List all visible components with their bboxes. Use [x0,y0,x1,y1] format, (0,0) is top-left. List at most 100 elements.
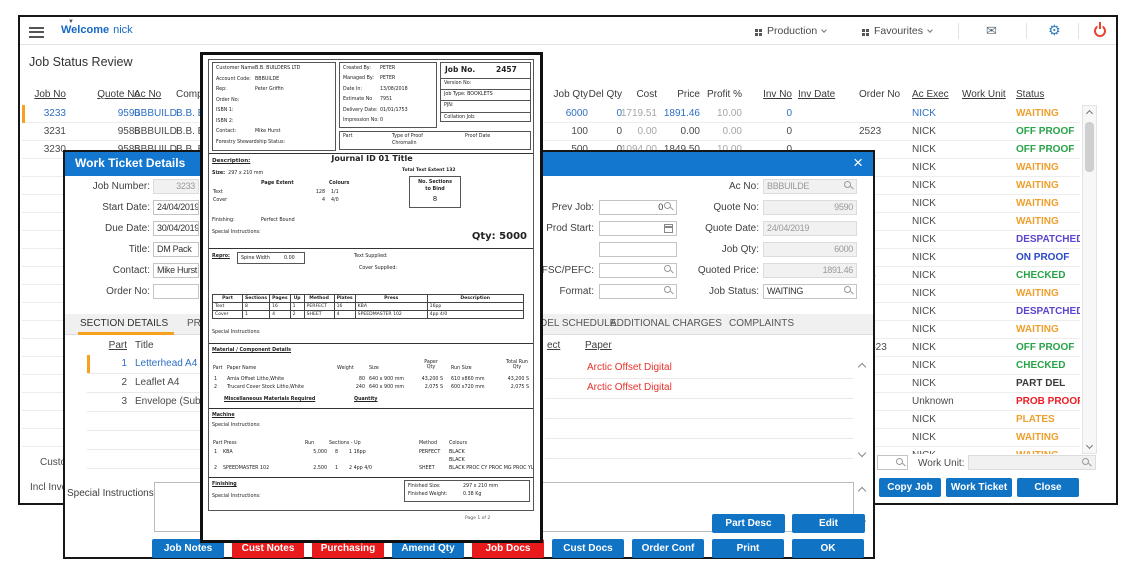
column-header-job_no[interactable]: Job No [29,89,66,100]
column-header-work_unit[interactable]: Work Unit [962,89,1014,100]
clipped-column-header: ect [547,340,560,351]
paper-row[interactable]: Arctic Offset Digital [587,382,672,393]
edit-button[interactable]: Edit [792,514,865,533]
ac-no-input[interactable]: BBBUILDE [763,179,857,194]
work-ticket-preview-window: Customer Name:B.B. BUILDERS LTDAccount C… [200,52,543,543]
cust-docs-button[interactable]: Cust Docs [552,539,624,558]
tab-additional-charges[interactable]: ADDITIONAL CHARGES [610,318,722,329]
column-header-inv_no[interactable]: Inv No [759,89,792,100]
paper-column-header[interactable]: Paper [585,340,612,351]
paper-row[interactable]: Arctic Offset Digital [587,362,672,373]
job-box-row: Job Type: BOOKLETS [441,89,530,100]
part-number[interactable]: 1 [105,358,127,369]
cell-cost: 1719.51 [610,105,657,123]
doc-label: Contact: [216,129,236,135]
scroll-thumb[interactable] [1085,122,1094,172]
column-header-quote_no[interactable]: Quote No [90,89,140,100]
parts-table-cell: 4 [270,311,290,319]
part-number[interactable]: 2 [105,377,127,388]
cell-ac_exec: NICK [912,123,958,141]
column-header-order_no[interactable]: Order No [859,89,907,100]
scroll-up-icon[interactable] [1086,110,1093,117]
cell-ac_exec: NICK [912,141,958,159]
active-tab-underline [78,332,174,335]
doc-label: Collation Job: [444,115,476,121]
column-header-ac_no[interactable]: Ac No [134,89,178,100]
cell-ac_exec: NICK [912,249,958,267]
favourites-menu[interactable]: Favourites [862,25,932,37]
part-title[interactable]: Leaflet A4 [135,377,179,388]
tab-section-details[interactable]: SECTION DETAILS [80,318,168,329]
cell-status: WAITING [1016,213,1080,231]
parts-table-header: Press [355,295,427,303]
gear-icon[interactable]: ⚙ [1048,22,1061,38]
part-title[interactable]: Envelope (Sub) [135,396,204,407]
ok-button[interactable]: OK [792,539,864,558]
part-desc-button[interactable]: Part Desc [712,514,785,533]
column-header-profit[interactable]: Profit % [694,89,742,100]
machine-cell: 2 [214,466,217,472]
cell-ac_exec: NICK [912,285,958,303]
quote-no-input[interactable]: 9590 [763,200,857,215]
print-button[interactable]: Print [712,539,784,558]
job-number-input[interactable]: 3233 [153,179,199,194]
tab-del-schedule[interactable]: DEL SCHEDULE [540,318,616,329]
start-date-input[interactable]: 24/04/2019 [153,200,199,215]
quoted-price-input[interactable]: 1891.46 [763,263,857,278]
column-header-ac_exec[interactable]: Ac Exec [912,89,958,100]
parts-table-cell: SHEET [304,311,334,319]
column-header-status[interactable]: Status [1016,89,1096,100]
due-date-input[interactable]: 30/04/2019 [153,221,199,236]
table-scrollbar[interactable] [1082,105,1097,454]
quick-search-input[interactable] [877,455,908,470]
table-row[interactable]: 32319586BBBUILDEB.B. B10000.000.000.0002… [22,123,1080,141]
close-icon[interactable]: × [853,153,863,173]
mail-icon[interactable]: ✉ [986,23,997,39]
job-status-input[interactable]: WAITING [763,284,857,299]
part-number[interactable]: 3 [105,396,127,407]
table-row[interactable]: 32339590BBBUILDEB.B. B600001719.511891.4… [22,105,1080,123]
power-icon[interactable] [1094,25,1106,37]
column-header-cost[interactable]: Cost [610,89,657,100]
contact-label: Contact: [67,265,150,276]
hamburger-menu-icon[interactable] [29,24,45,38]
doc-value: 01/01/1753 [380,108,408,114]
title-input[interactable]: DM Pack [153,242,199,257]
cell-cost: 0.00 [610,123,657,141]
search-icon[interactable] [844,181,854,191]
production-menu[interactable]: Production [755,25,826,37]
column-header-price[interactable]: Price [652,89,700,100]
parts-table-cell: 16 [270,303,290,311]
doc-title: Journal ID 01 Title [209,156,535,162]
material-cell: 2,075 S [419,385,443,391]
close-button[interactable]: Close [1017,478,1079,497]
quote-date-label: Quote Date: [625,223,759,234]
part-column-header[interactable]: Part [105,340,127,351]
material-cell: 1 [214,377,217,383]
copy-job-button[interactable]: Copy Job [879,478,941,497]
tab-complaints[interactable]: COMPLAINTS [729,318,794,329]
contact-input[interactable]: Mike Hurst [153,263,199,278]
quote-date-input[interactable]: 24/04/2019 [763,221,857,236]
part-title[interactable]: Letterhead A4 [135,358,197,369]
scroll-down-icon[interactable] [1086,442,1093,449]
cell-job_no: 3233 [29,105,66,123]
job-qty-input[interactable]: 6000 [763,242,857,257]
cell-status: WAITING [1016,447,1080,454]
material-cell: 43,200 S [419,377,443,383]
doc-label: Job Type: BOOKLETS [444,92,493,98]
work-unit-input[interactable] [968,455,1096,470]
cell-job_no: 3230 [29,141,66,159]
sort-caret-icon[interactable]: ▼ [68,19,74,25]
parts-table-cell: SPEEDMASTER 102 [355,311,427,319]
search-icon[interactable] [844,286,854,296]
order-no-input[interactable] [153,284,199,299]
scroll-down-icon[interactable] [858,449,866,457]
scroll-up-icon[interactable] [858,487,866,495]
column-header-inv_date[interactable]: Inv Date [798,89,842,100]
cell-status: WAITING [1016,177,1080,195]
order-conf-button[interactable]: Order Conf [632,539,704,558]
work-ticket-button[interactable]: Work Ticket [946,478,1012,497]
scroll-up-icon[interactable] [858,363,866,371]
machine-cell: BLACK [449,458,465,464]
